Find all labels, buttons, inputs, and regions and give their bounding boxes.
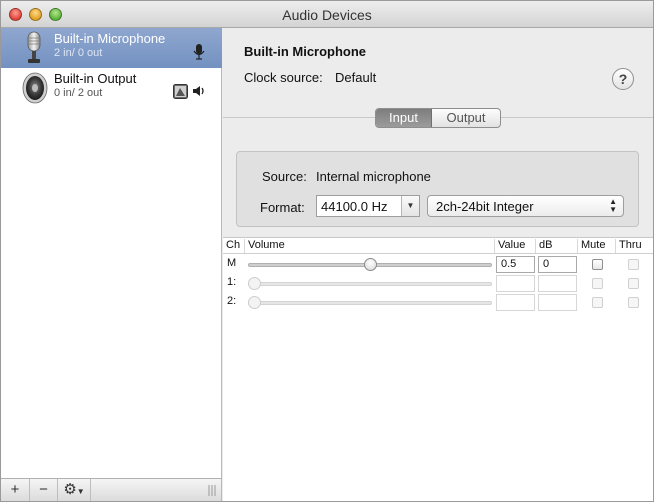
thru-checkbox[interactable]: [628, 259, 639, 270]
device-header: Built-in Microphone Clock source: Defaul…: [223, 28, 653, 118]
input-output-segmented-control: Input Output: [375, 108, 501, 128]
up-down-arrows-icon: ▲ ▼: [609, 197, 617, 214]
remove-device-button[interactable]: −: [30, 479, 58, 501]
mute-checkbox[interactable]: [592, 297, 603, 308]
db-field[interactable]: [538, 294, 577, 311]
window-title: Audio Devices: [282, 7, 372, 23]
help-button[interactable]: ?: [612, 68, 634, 90]
column-header-mute[interactable]: Mute: [578, 239, 616, 253]
sample-rate-value: 44100.0 Hz: [321, 199, 388, 214]
table-header: Ch Volume Value dB Mute Thru: [223, 238, 653, 254]
clock-source-label: Clock source:: [244, 70, 323, 85]
volume-slider-knob[interactable]: [248, 296, 261, 309]
column-header-value[interactable]: Value: [495, 239, 536, 253]
value-field[interactable]: 0.5: [496, 256, 535, 273]
resize-grip-icon[interactable]: [208, 485, 216, 496]
gear-icon: ⚙: [63, 481, 77, 498]
device-row-built-in-output[interactable]: Built-in Output 0 in/ 2 out: [1, 68, 222, 108]
value-field[interactable]: [496, 294, 535, 311]
device-detail-panel: Built-in Microphone Clock source: Defaul…: [223, 28, 653, 501]
device-list: Built-in Microphone 2 in/ 0 out Built-in…: [1, 28, 222, 478]
column-header-db[interactable]: dB: [536, 239, 578, 253]
title-bar: Audio Devices: [1, 1, 653, 28]
gear-menu-button[interactable]: ⚙▼: [58, 479, 91, 501]
bit-format-popup[interactable]: 2ch-24bit Integer ▲ ▼: [427, 195, 624, 217]
channel-label: M: [227, 257, 237, 269]
microphone-icon: [27, 31, 41, 63]
input-badge-microphone-icon: [193, 44, 205, 60]
table-row: 2:: [223, 293, 653, 312]
sample-rate-combo[interactable]: 44100.0 Hz ▼: [316, 195, 420, 217]
device-io-count: 2 in/ 0 out: [54, 47, 103, 59]
bit-format-value: 2ch-24bit Integer: [436, 199, 534, 214]
table-row: M 0.5 0: [223, 255, 653, 274]
source-label: Source:: [262, 169, 307, 184]
source-value: Internal microphone: [316, 169, 431, 184]
channel-table: Ch Volume Value dB Mute Thru M 0.5 0 1:: [223, 237, 653, 501]
channel-label: 1:: [227, 276, 237, 288]
clock-source-value: Default: [335, 70, 377, 85]
mute-checkbox[interactable]: [592, 278, 603, 289]
format-group: Source: Internal microphone Format: 4410…: [236, 151, 639, 227]
speaker-icon: [22, 72, 48, 104]
value-field[interactable]: [496, 275, 535, 292]
volume-slider-knob[interactable]: [363, 258, 377, 271]
channel-label: 2:: [227, 295, 237, 307]
tab-output[interactable]: Output: [432, 109, 500, 127]
device-title: Built-in Microphone: [244, 44, 367, 59]
column-header-ch[interactable]: Ch: [223, 239, 245, 253]
device-name: Built-in Microphone: [54, 31, 166, 46]
audio-devices-window: Audio Devices Built-in Microphone 2 in/ …: [0, 0, 654, 502]
finder-badge-icon: [173, 84, 188, 99]
thru-checkbox[interactable]: [628, 278, 639, 289]
chevron-down-icon[interactable]: ▼: [401, 196, 419, 216]
device-io-count: 0 in/ 2 out: [54, 87, 103, 99]
volume-slider-knob[interactable]: [248, 277, 261, 290]
column-header-thru[interactable]: Thru: [616, 239, 653, 253]
device-row-built-in-microphone[interactable]: Built-in Microphone 2 in/ 0 out: [1, 28, 222, 68]
speaker-badge-icon: [193, 86, 204, 96]
mute-checkbox[interactable]: [592, 259, 603, 270]
chevron-down-icon: ▼: [76, 487, 85, 496]
column-header-volume[interactable]: Volume: [245, 239, 495, 253]
device-name: Built-in Output: [54, 71, 137, 86]
table-row: 1:: [223, 274, 653, 293]
db-field[interactable]: 0: [538, 256, 577, 273]
volume-slider-track[interactable]: [248, 282, 492, 286]
volume-slider-track[interactable]: [248, 301, 492, 305]
format-label: Format:: [260, 200, 305, 215]
sidebar-toolbar: + − ⚙▼: [1, 478, 222, 501]
tab-input[interactable]: Input: [376, 109, 432, 127]
add-device-button[interactable]: +: [1, 479, 30, 501]
db-field[interactable]: [538, 275, 577, 292]
thru-checkbox[interactable]: [628, 297, 639, 308]
